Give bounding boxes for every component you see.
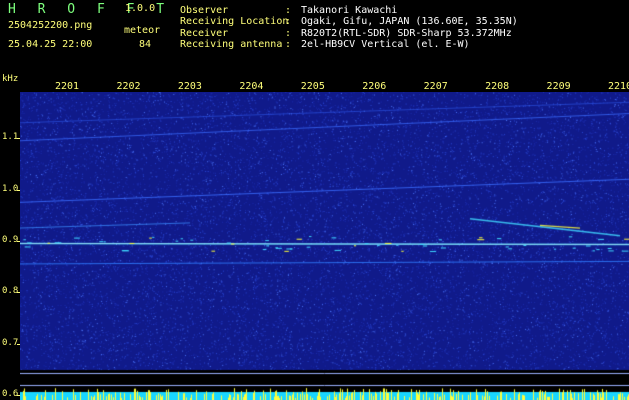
field-separator: : <box>285 28 292 39</box>
x-tick-label: 2205 <box>300 81 325 92</box>
y-axis-unit-label: kHz <box>2 74 19 84</box>
meteor-label: meteor <box>124 25 161 36</box>
app-version: 1.0.0 <box>125 3 156 14</box>
y-tick-label: 1.0 <box>2 183 19 194</box>
meteor-count: 84 <box>139 39 152 50</box>
field-value: 2el-HB9CV Vertical (el. E-W) <box>301 39 470 50</box>
y-tick-label: 0.7 <box>2 337 19 348</box>
y-tick-label: 0.9 <box>2 234 19 245</box>
y-tick-label: 0.8 <box>2 286 19 297</box>
x-tick-label: 2204 <box>239 81 264 92</box>
field-value: Ogaki, Gifu, JAPAN (136.60E, 35.35N) <box>301 16 518 27</box>
x-tick-label: 2208 <box>485 81 510 92</box>
field-label: Receiving antenna <box>180 39 283 50</box>
field-label: Observer <box>180 5 229 16</box>
field-separator: : <box>285 5 292 16</box>
x-tick-label: 2206 <box>362 81 387 92</box>
x-tick-label: 2201 <box>55 81 80 92</box>
header-panel: H R O F F T 1.0.0 2504252200.png 25.04.2… <box>0 0 629 72</box>
field-value: Takanori Kawachi <box>301 5 398 16</box>
spectrogram-plot <box>20 92 629 400</box>
y-tick-label: 0.6 <box>2 388 19 399</box>
y-tick-label: 1.1 <box>2 132 19 143</box>
filename: 2504252200.png <box>8 20 93 31</box>
field-label: Receiver <box>180 28 229 39</box>
x-tick-label: 2202 <box>116 81 141 92</box>
field-separator: : <box>285 39 292 50</box>
x-tick-label: 2209 <box>546 81 571 92</box>
datetime: 25.04.25 22:00 <box>8 39 93 50</box>
x-tick-label: 2210 <box>608 81 629 92</box>
field-label: Receiving Location <box>180 16 289 27</box>
field-separator: : <box>285 16 292 27</box>
field-value: R820T2(RTL-SDR) SDR-Sharp 53.372MHz <box>301 28 512 39</box>
x-tick-label: 2207 <box>423 81 448 92</box>
x-tick-label: 2203 <box>177 81 202 92</box>
